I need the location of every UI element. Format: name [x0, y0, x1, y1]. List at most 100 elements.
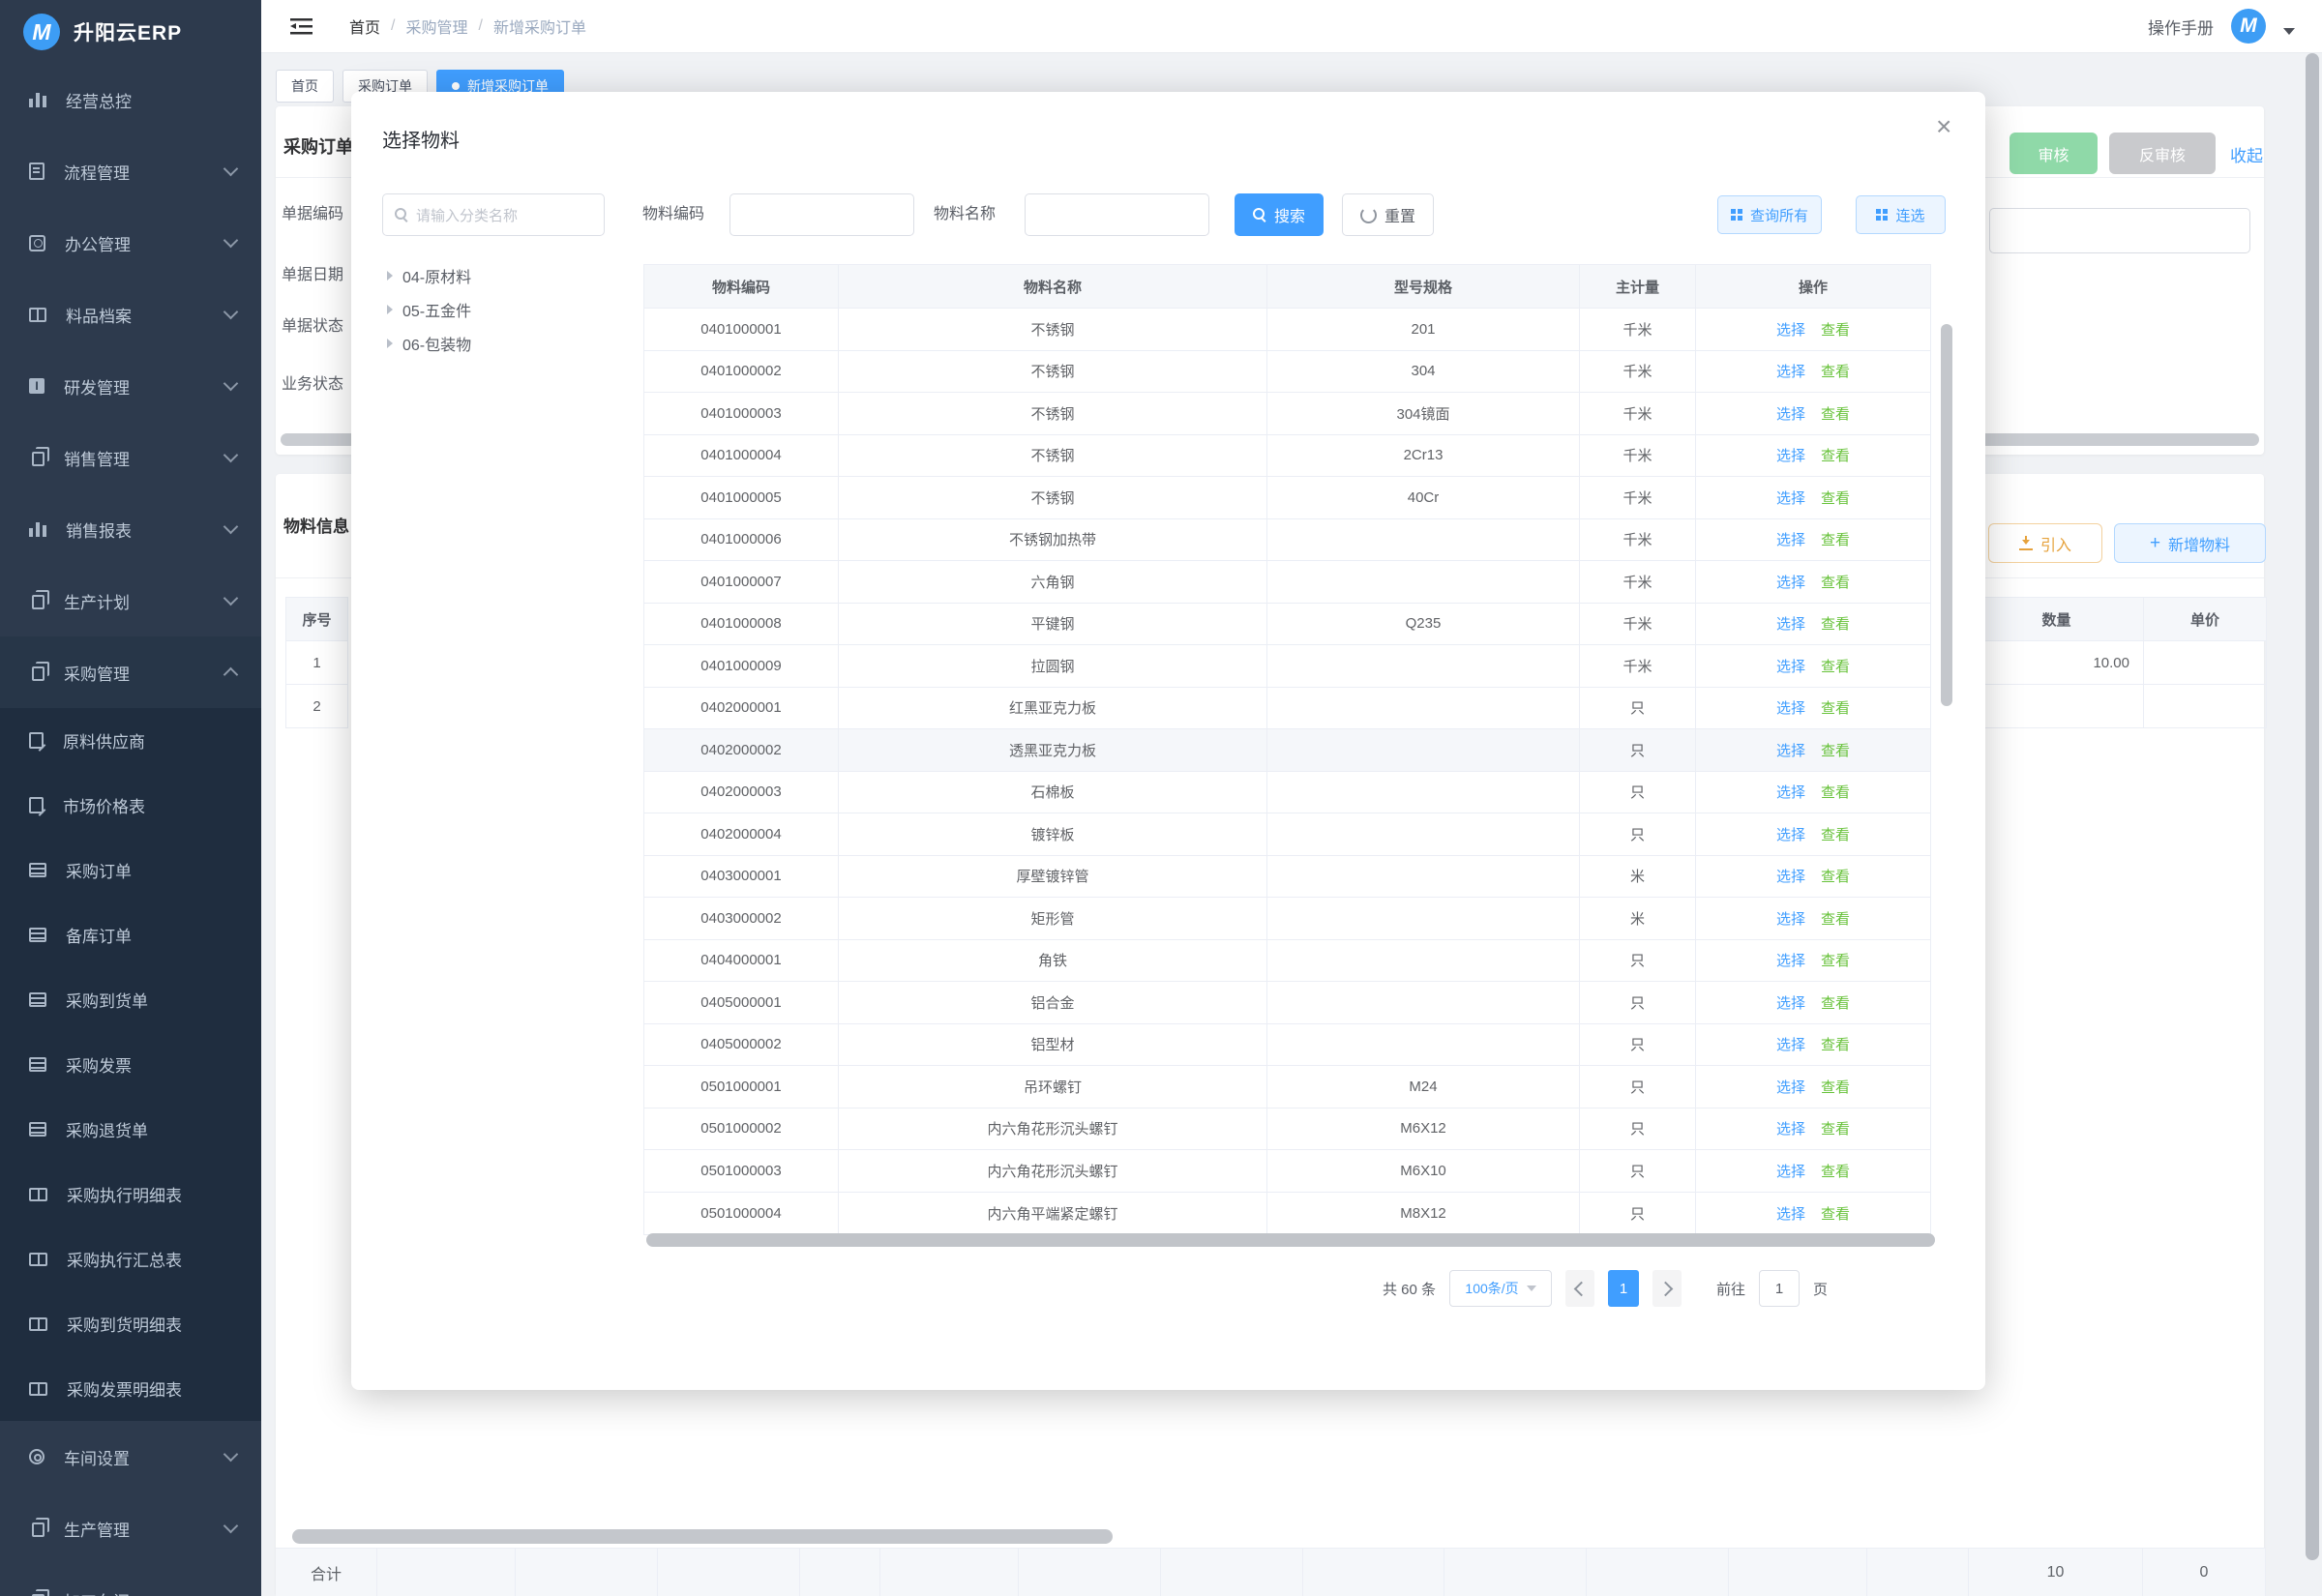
sidebar-item[interactable]: 销售管理	[0, 422, 261, 493]
sidebar-item[interactable]: 市场价格表	[0, 773, 261, 838]
close-icon[interactable]: ×	[1936, 113, 1951, 140]
horizontal-scrollbar-thumb[interactable]	[646, 1233, 1935, 1247]
order-form-input[interactable]	[1989, 208, 2250, 253]
view-link[interactable]: 查看	[1821, 529, 1850, 549]
select-link[interactable]: 选择	[1776, 529, 1805, 549]
page-size-select[interactable]: 100条/页	[1449, 1270, 1552, 1307]
select-link[interactable]: 选择	[1776, 824, 1805, 844]
view-link[interactable]: 查看	[1821, 319, 1850, 340]
select-link[interactable]: 选择	[1776, 445, 1805, 465]
sidebar-item[interactable]: 采购执行明细表	[0, 1162, 261, 1227]
caret-down-icon[interactable]	[2283, 28, 2295, 35]
view-link[interactable]: 查看	[1821, 1161, 1850, 1181]
view-link[interactable]: 查看	[1821, 361, 1850, 381]
sidebar-item[interactable]: 采购退货单	[0, 1097, 261, 1162]
tree-node[interactable]: 06-包装物	[387, 326, 471, 360]
view-link[interactable]: 查看	[1821, 782, 1850, 802]
tab-首页[interactable]: 首页	[276, 70, 334, 103]
select-link[interactable]: 选择	[1776, 697, 1805, 718]
select-link[interactable]: 选择	[1776, 1118, 1805, 1138]
reset-button[interactable]: 重置	[1342, 193, 1434, 236]
add-material-button[interactable]: 新增物料	[2114, 523, 2266, 563]
view-link[interactable]: 查看	[1821, 488, 1850, 508]
collapse-sidebar-icon[interactable]	[290, 18, 313, 35]
query-all-button[interactable]: 查询所有	[1717, 195, 1822, 234]
manual-link[interactable]: 操作手册	[2148, 15, 2214, 39]
sidebar-item[interactable]: 采购管理	[0, 636, 261, 708]
sidebar-item[interactable]: 备库订单	[0, 902, 261, 967]
select-link[interactable]: 选择	[1776, 1077, 1805, 1097]
select-link[interactable]: 选择	[1776, 361, 1805, 381]
view-link[interactable]: 查看	[1821, 656, 1850, 676]
sidebar-item[interactable]: 采购到货明细表	[0, 1291, 261, 1356]
sidebar-item[interactable]: 经营总控	[0, 64, 261, 135]
view-link[interactable]: 查看	[1821, 697, 1850, 718]
select-link[interactable]: 选择	[1776, 613, 1805, 634]
sidebar-item[interactable]: 车间设置	[0, 1421, 261, 1493]
view-link[interactable]: 查看	[1821, 824, 1850, 844]
horizontal-scrollbar-thumb[interactable]	[292, 1529, 1113, 1544]
select-link[interactable]: 选择	[1776, 866, 1805, 886]
view-link[interactable]: 查看	[1821, 908, 1850, 929]
select-link[interactable]: 选择	[1776, 782, 1805, 802]
select-link[interactable]: 选择	[1776, 488, 1805, 508]
select-link[interactable]: 选择	[1776, 908, 1805, 929]
multi-select-button[interactable]: 连选	[1856, 195, 1946, 234]
view-link[interactable]: 查看	[1821, 1034, 1850, 1054]
view-link[interactable]: 查看	[1821, 1077, 1850, 1097]
breadcrumb-item[interactable]: 采购管理	[405, 15, 467, 38]
sidebar-item[interactable]: 采购执行汇总表	[0, 1227, 261, 1291]
view-link[interactable]: 查看	[1821, 445, 1850, 465]
sidebar-item[interactable]: 采购发票明细表	[0, 1356, 261, 1421]
sidebar-item[interactable]: 采购订单	[0, 838, 261, 902]
sidebar-item[interactable]: 原料供应商	[0, 708, 261, 773]
view-link[interactable]: 查看	[1821, 613, 1850, 634]
sidebar-item[interactable]: 采购发票	[0, 1032, 261, 1097]
view-link[interactable]: 查看	[1821, 740, 1850, 760]
next-page-button[interactable]	[1652, 1270, 1682, 1307]
sidebar-item[interactable]: 生产计划	[0, 565, 261, 636]
breadcrumb-item[interactable]: 新增采购订单	[493, 15, 586, 38]
vertical-scrollbar-thumb[interactable]	[2306, 53, 2319, 1560]
unapprove-button[interactable]: 反审核	[2109, 133, 2216, 174]
approve-button[interactable]: 审核	[2009, 133, 2098, 174]
code-filter-input[interactable]	[729, 193, 914, 236]
sidebar-item[interactable]: 研发管理	[0, 350, 261, 422]
select-link[interactable]: 选择	[1776, 656, 1805, 676]
search-button[interactable]: 搜索	[1235, 193, 1324, 236]
collapse-panel-link[interactable]: 收起	[2230, 142, 2263, 166]
current-page[interactable]: 1	[1608, 1270, 1639, 1307]
view-link[interactable]: 查看	[1821, 572, 1850, 592]
sidebar-item[interactable]: 销售报表	[0, 493, 261, 565]
view-link[interactable]: 查看	[1821, 403, 1850, 424]
name-filter-input[interactable]	[1025, 193, 1209, 236]
select-link[interactable]: 选择	[1776, 572, 1805, 592]
goto-page-input[interactable]	[1759, 1270, 1800, 1307]
sidebar-item[interactable]: 加工车间	[0, 1564, 261, 1596]
sidebar-item[interactable]: 办公管理	[0, 207, 261, 279]
tree-node[interactable]: 05-五金件	[387, 292, 471, 326]
select-link[interactable]: 选择	[1776, 992, 1805, 1013]
sidebar-item[interactable]: 采购到货单	[0, 967, 261, 1032]
view-link[interactable]: 查看	[1821, 1118, 1850, 1138]
select-link[interactable]: 选择	[1776, 1034, 1805, 1054]
sidebar-item[interactable]: 料品档案	[0, 279, 261, 350]
prev-page-button[interactable]	[1565, 1270, 1594, 1307]
vertical-scrollbar-thumb[interactable]	[1941, 324, 1952, 706]
select-link[interactable]: 选择	[1776, 1161, 1805, 1181]
sidebar-item[interactable]: 流程管理	[0, 135, 261, 207]
view-link[interactable]: 查看	[1821, 950, 1850, 970]
view-link[interactable]: 查看	[1821, 1203, 1850, 1224]
breadcrumb-item[interactable]: 首页	[349, 15, 380, 38]
select-link[interactable]: 选择	[1776, 1203, 1805, 1224]
select-link[interactable]: 选择	[1776, 740, 1805, 760]
select-link[interactable]: 选择	[1776, 950, 1805, 970]
select-link[interactable]: 选择	[1776, 403, 1805, 424]
avatar[interactable]: M	[2231, 9, 2266, 44]
select-link[interactable]: 选择	[1776, 319, 1805, 340]
tree-node[interactable]: 04-原材料	[387, 258, 471, 292]
sidebar-item[interactable]: 生产管理	[0, 1493, 261, 1564]
tree-search-input[interactable]: 请输入分类名称	[382, 193, 605, 236]
view-link[interactable]: 查看	[1821, 866, 1850, 886]
view-link[interactable]: 查看	[1821, 992, 1850, 1013]
